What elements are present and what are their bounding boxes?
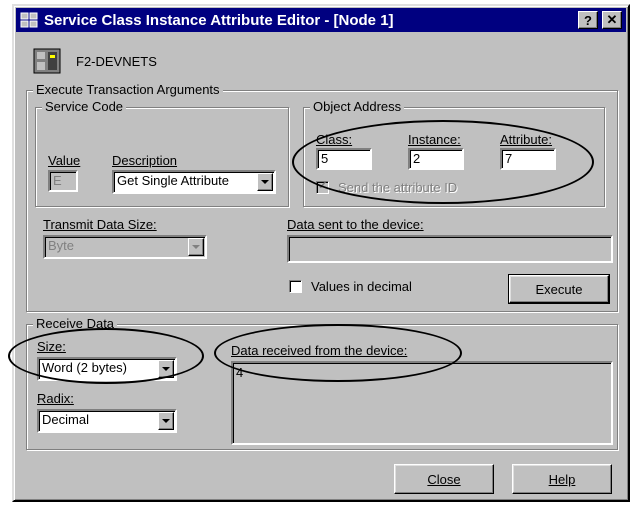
service-value-field: E (48, 170, 78, 192)
close-button[interactable]: Close (394, 464, 494, 494)
execute-transaction-legend: Execute Transaction Arguments (33, 82, 223, 97)
description-label: Description (112, 153, 178, 168)
title-bar: Service Class Instance Attribute Editor … (16, 8, 626, 32)
device-name: F2-DEVNETS (76, 54, 157, 69)
context-help-button[interactable]: ? (578, 11, 598, 29)
service-code-group: Service Code Value E Description Get Sin… (35, 99, 289, 207)
service-code-legend: Service Code (42, 99, 127, 114)
app-icon (20, 11, 38, 29)
radix-label: Radix: (37, 391, 74, 406)
description-select[interactable]: Get Single Attribute (112, 170, 276, 194)
size-label: Size: (37, 339, 66, 354)
help-button-label: Help (548, 471, 576, 487)
window-title: Service Class Instance Attribute Editor … (44, 11, 394, 29)
window-close-button[interactable]: ✕ (602, 11, 622, 29)
chevron-down-icon[interactable] (158, 360, 174, 378)
transmit-size-select: Byte (43, 235, 207, 259)
object-address-group: Object Address Class: 5 Instance: 2 Attr… (303, 99, 605, 207)
data-sent-field (287, 235, 613, 263)
values-decimal-checkbox[interactable] (289, 280, 302, 293)
object-address-legend: Object Address (310, 99, 405, 114)
instance-input[interactable]: 2 (408, 148, 464, 170)
values-decimal-label: Values in decimal (311, 279, 412, 294)
attribute-editor-dialog: Service Class Instance Attribute Editor … (12, 4, 630, 502)
radix-select[interactable]: Decimal (37, 409, 177, 433)
data-sent-label: Data sent to the device: (287, 217, 424, 232)
transmit-size-label: Transmit Data Size: (43, 217, 157, 232)
data-received-label: Data received from the device: (231, 343, 408, 358)
attribute-label: Attribute: (500, 132, 553, 147)
chevron-down-icon[interactable] (257, 173, 273, 191)
execute-transaction-group: Execute Transaction Arguments Service Co… (26, 82, 618, 312)
attribute-input[interactable]: 7 (500, 148, 556, 170)
radix-value: Decimal (42, 412, 89, 427)
size-select[interactable]: Word (2 bytes) (37, 357, 177, 381)
execute-button[interactable]: Execute (508, 274, 610, 304)
close-button-label: Close (427, 471, 461, 487)
send-attribute-id-label: Send the attribute ID (338, 180, 458, 195)
class-input[interactable]: 5 (316, 148, 372, 170)
help-button[interactable]: Help (512, 464, 612, 494)
chevron-down-icon[interactable] (158, 412, 174, 430)
chevron-down-icon (188, 238, 204, 256)
instance-label: Instance: (408, 132, 461, 147)
receive-data-legend: Receive Data (33, 316, 118, 331)
description-value: Get Single Attribute (117, 173, 230, 188)
receive-data-group: Receive Data Size: Word (2 bytes) Radix:… (26, 316, 618, 450)
transmit-size-value: Byte (48, 238, 75, 253)
send-attribute-id-checkbox (316, 179, 329, 194)
device-icon (32, 46, 62, 76)
data-received-field: 4 (231, 361, 613, 445)
class-label: Class: (316, 132, 353, 147)
value-label: Value (48, 153, 81, 168)
size-value: Word (2 bytes) (42, 360, 128, 375)
